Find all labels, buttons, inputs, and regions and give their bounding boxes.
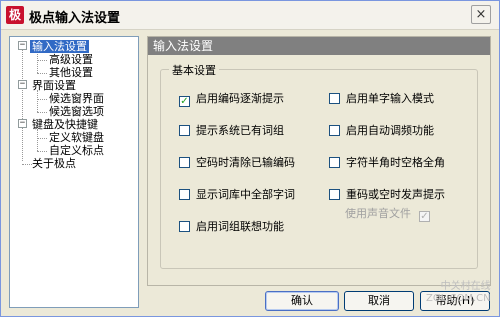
checkbox-icon[interactable] [179,157,190,168]
tree-item-candidate-ui[interactable]: 候选窗界面 [49,92,104,105]
checkbox-checked-icon[interactable]: ✓ [179,96,190,107]
option-system-phrase-hint[interactable]: 提示系统已有词组 [179,124,284,138]
settings-window: 极 极点输入法设置 × − 输入法设置 高级设置 其他设置 − 界面设置 候选窗… [0,0,500,317]
checkbox-icon[interactable] [179,221,190,232]
title-bar: 极 极点输入法设置 × [1,1,499,30]
option-clear-on-empty[interactable]: 空码时清除已输编码 [179,156,295,170]
tree-connector [37,151,47,152]
checkbox-icon[interactable] [179,125,190,136]
option-fullwidth-space[interactable]: 字符半角时空格全角 [329,156,445,170]
tree-item-advanced[interactable]: 高级设置 [49,53,93,66]
panel-header: 输入法设置 [148,37,490,55]
checkbox-icon[interactable] [329,125,340,136]
checkbox-icon[interactable] [329,157,340,168]
settings-tree[interactable]: − 输入法设置 高级设置 其他设置 − 界面设置 候选窗界面 候选窗选项 − 键… [9,36,139,308]
close-button[interactable]: × [471,5,491,24]
app-logo-icon: 极 [6,6,24,24]
tree-item-punctuation[interactable]: 自定义标点 [49,144,104,157]
cancel-button[interactable]: 取消 [344,291,414,311]
collapse-toggle-icon[interactable]: − [18,80,27,89]
ok-button[interactable]: 确认 [265,291,339,311]
checkbox-checked-icon: ✓ [419,211,430,222]
option-phrase-association[interactable]: 启用词组联想功能 [179,220,284,234]
basic-settings-group: 基本设置 ✓ 启用编码逐渐提示 启用单字输入模式 提示系统已有词组 启用自动调频功… [160,62,478,269]
tree-item-interface[interactable]: 界面设置 [32,79,76,92]
tree-item-other[interactable]: 其他设置 [49,66,93,79]
option-single-char-mode[interactable]: 启用单字输入模式 [329,92,434,106]
collapse-toggle-icon[interactable]: − [18,41,27,50]
checkbox-icon[interactable] [329,189,340,200]
window-title: 极点输入法设置 [29,11,121,26]
tree-item-candidate-options[interactable]: 候选窗选项 [49,105,104,118]
tree-connector [37,112,47,113]
tree-connector [37,129,38,151]
tree-connector [22,164,32,165]
option-code-hint[interactable]: ✓ 启用编码逐渐提示 [179,92,284,107]
tree-connector [37,51,38,73]
tree-connector [37,99,47,100]
tree-connector [22,50,23,161]
tree-item-soft-keyboard[interactable]: 定义软键盘 [49,131,104,144]
tree-connector [37,60,47,61]
tree-connector [37,73,47,74]
tree-connector [37,90,38,112]
tree-item-input-settings[interactable]: 输入法设置 [30,40,89,53]
collapse-toggle-icon[interactable]: − [18,119,27,128]
tree-connector [37,138,47,139]
option-auto-frequency[interactable]: 启用自动调频功能 [329,124,434,138]
checkbox-icon[interactable] [179,189,190,200]
settings-panel: 输入法设置 基本设置 ✓ 启用编码逐渐提示 启用单字输入模式 提示系统已有词组 启… [147,36,491,286]
option-use-sound-file: 使用声音文件 ✓ [345,207,430,222]
tree-item-about[interactable]: 关于极点 [32,157,76,170]
watermark: 中关村在线 ZOL.COM.CN [426,281,491,304]
checkbox-icon[interactable] [329,93,340,104]
tree-item-keyboard[interactable]: 键盘及快捷键 [32,118,98,131]
option-show-all-words[interactable]: 显示词库中全部字词 [179,188,295,202]
group-title: 基本设置 [169,62,219,78]
option-sound-alert[interactable]: 重码或空时发声提示 [329,188,445,202]
